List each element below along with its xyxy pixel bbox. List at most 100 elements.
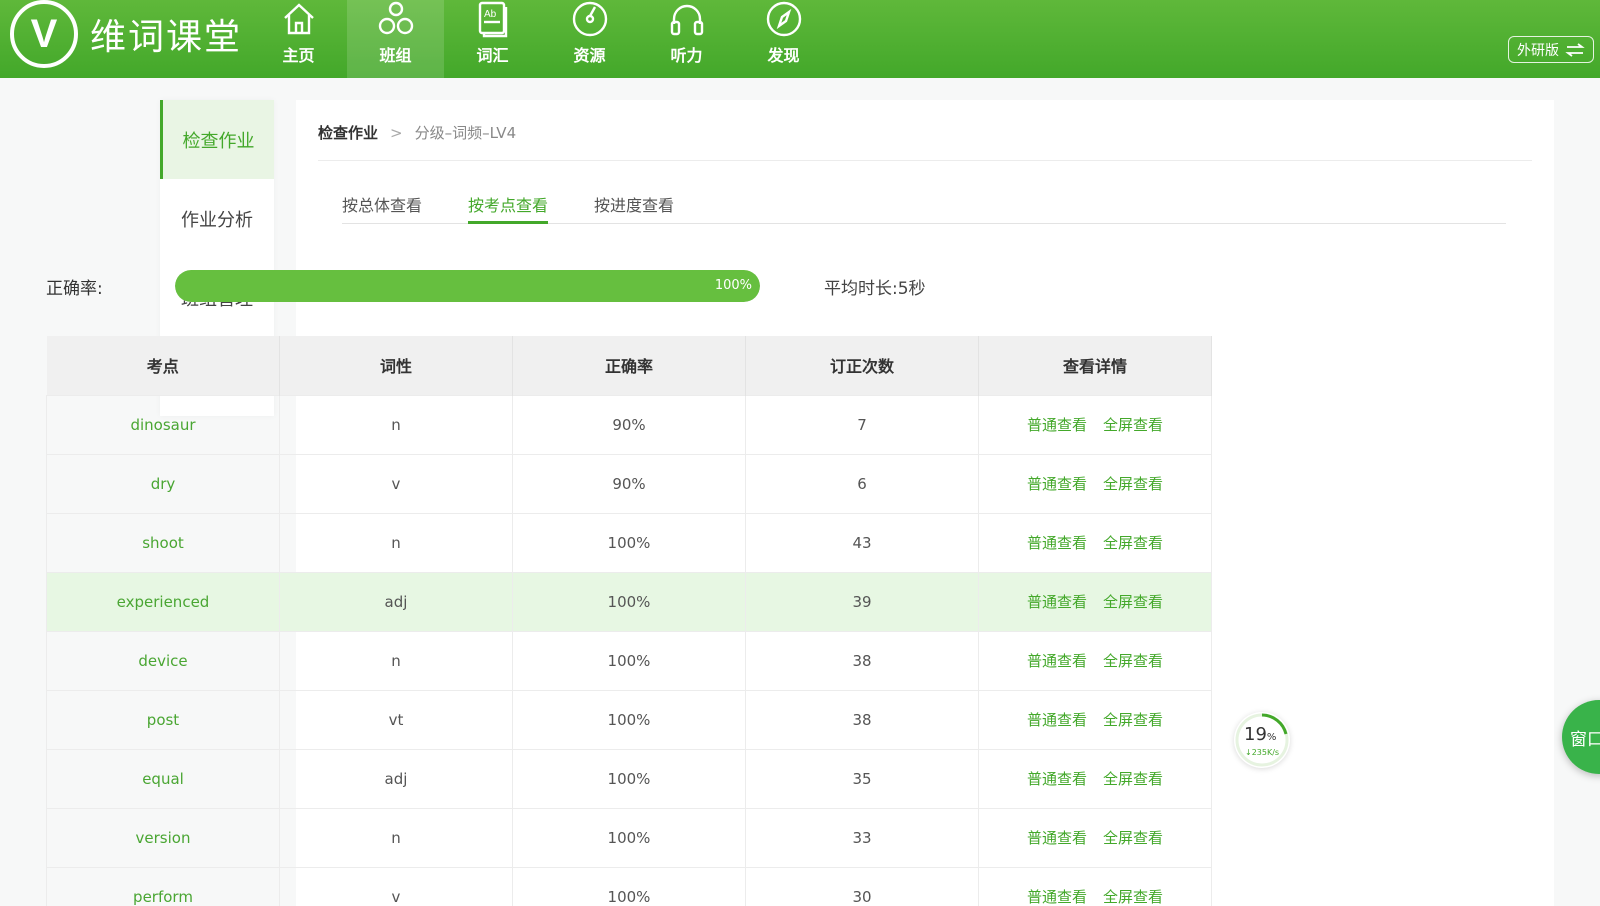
logo-mark: V — [10, 0, 78, 68]
cell-accuracy: 100% — [512, 689, 746, 750]
window-button-label: 窗口 — [1570, 729, 1600, 750]
cell-accuracy: 100% — [512, 512, 746, 573]
table-header-row: 考点 词性 正确率 订正次数 查看详情 — [46, 336, 1212, 395]
cell-actions: 普通查看 全屏查看 — [978, 807, 1212, 868]
fullscreen-view-link[interactable]: 全屏查看 — [1103, 711, 1163, 729]
cell-accuracy: 100% — [512, 748, 746, 809]
fullscreen-view-link[interactable]: 全屏查看 — [1103, 475, 1163, 493]
nav-label: 听力 — [670, 46, 703, 65]
fullscreen-view-link[interactable]: 全屏查看 — [1103, 416, 1163, 434]
compass-icon — [766, 1, 801, 37]
cell-corrections: 33 — [745, 807, 979, 868]
cell-actions: 普通查看 全屏查看 — [978, 866, 1212, 906]
vocabulary-book-icon: Ab — [478, 1, 507, 38]
nav-item-listening[interactable]: 听力 — [638, 0, 735, 78]
cell-actions: 普通查看 全屏查看 — [978, 571, 1212, 632]
cell-word: equal — [46, 748, 280, 809]
cell-word: version — [46, 807, 280, 868]
cell-actions: 普通查看 全屏查看 — [978, 394, 1212, 455]
cell-actions: 普通查看 全屏查看 — [978, 453, 1212, 514]
normal-view-link[interactable]: 普通查看 — [1027, 711, 1087, 729]
normal-view-link[interactable]: 普通查看 — [1027, 475, 1087, 493]
cell-pos: n — [279, 512, 513, 573]
normal-view-link[interactable]: 普通查看 — [1027, 829, 1087, 847]
speed-rate: ↓235K/s — [1245, 748, 1280, 757]
cell-word: shoot — [46, 512, 280, 573]
table-row: dinosaur n 90% 7 普通查看 全屏查看 — [46, 394, 1212, 455]
accuracy-progress-text: 100% — [714, 278, 752, 293]
cell-pos: v — [279, 866, 513, 906]
cell-word: post — [46, 689, 280, 750]
fullscreen-view-link[interactable]: 全屏查看 — [1103, 829, 1163, 847]
normal-view-link[interactable]: 普通查看 — [1027, 652, 1087, 670]
table-row: device n 100% 38 普通查看 全屏查看 — [46, 630, 1212, 691]
nav-item-group[interactable]: 班组 — [347, 0, 444, 78]
cell-actions: 普通查看 全屏查看 — [978, 630, 1212, 691]
edition-switch-button[interactable]: 外研版 — [1508, 36, 1594, 63]
column-header: 订正次数 — [745, 336, 979, 395]
speed-percent: 19% — [1244, 724, 1277, 745]
sidebar-item-homework-analysis[interactable]: 作业分析 — [160, 179, 274, 258]
table-row: equal adj 100% 35 普通查看 全屏查看 — [46, 748, 1212, 809]
normal-view-link[interactable]: 普通查看 — [1027, 416, 1087, 434]
nav-label: 班组 — [379, 46, 412, 65]
breadcrumb-root-link[interactable]: 检查作业 — [318, 122, 378, 143]
cell-pos: n — [279, 807, 513, 868]
cell-actions: 普通查看 全屏查看 — [978, 748, 1212, 809]
nav-label: 主页 — [282, 46, 315, 65]
fullscreen-view-link[interactable]: 全屏查看 — [1103, 652, 1163, 670]
sidebar-item-check-homework[interactable]: 检查作业 — [160, 100, 274, 179]
cell-pos: v — [279, 453, 513, 514]
word-text: dinosaur — [130, 415, 196, 434]
accuracy-progress-fill: 100% — [175, 270, 760, 302]
network-speed-widget[interactable]: 19% ↓235K/s — [1234, 712, 1290, 768]
home-icon — [283, 3, 314, 35]
cell-pos: adj — [279, 571, 513, 632]
cell-pos: adj — [279, 748, 513, 809]
main-nav: 主页 班组 Ab 词汇 资源 听力 发现 — [250, 0, 832, 78]
cell-accuracy: 100% — [512, 807, 746, 868]
cell-pos: vt — [279, 689, 513, 750]
breadcrumb-separator: > — [390, 123, 403, 142]
cell-corrections: 35 — [745, 748, 979, 809]
switch-arrows-icon — [1565, 42, 1585, 57]
word-text: device — [138, 651, 188, 670]
normal-view-link[interactable]: 普通查看 — [1027, 888, 1087, 906]
word-text: post — [146, 710, 180, 729]
cell-word: dry — [46, 453, 280, 514]
svg-text:Ab: Ab — [484, 9, 497, 20]
cell-corrections: 43 — [745, 512, 979, 573]
cell-word: dinosaur — [46, 394, 280, 455]
column-header: 正确率 — [512, 336, 746, 395]
view-tabs: 按总体查看 按考点查看 按进度查看 — [342, 190, 1506, 224]
fullscreen-view-link[interactable]: 全屏查看 — [1103, 888, 1163, 906]
tab-overall[interactable]: 按总体查看 — [342, 190, 422, 224]
normal-view-link[interactable]: 普通查看 — [1027, 593, 1087, 611]
nav-item-resources[interactable]: 资源 — [541, 0, 638, 78]
fullscreen-view-link[interactable]: 全屏查看 — [1103, 534, 1163, 552]
nav-label: 词汇 — [476, 46, 509, 65]
headphones-icon — [670, 4, 703, 36]
tab-by-progress[interactable]: 按进度查看 — [594, 190, 674, 224]
nav-item-home[interactable]: 主页 — [250, 0, 347, 78]
cell-actions: 普通查看 全屏查看 — [978, 512, 1212, 573]
top-navbar: V 维词课堂 主页 班组 Ab 词汇 资源 听力 发现 外研版 — [0, 0, 1600, 78]
cell-accuracy: 90% — [512, 453, 746, 514]
normal-view-link[interactable]: 普通查看 — [1027, 770, 1087, 788]
tab-by-point[interactable]: 按考点查看 — [468, 190, 549, 224]
fullscreen-view-link[interactable]: 全屏查看 — [1103, 770, 1163, 788]
cell-corrections: 6 — [745, 453, 979, 514]
cell-actions: 普通查看 全屏查看 — [978, 689, 1212, 750]
fullscreen-view-link[interactable]: 全屏查看 — [1103, 593, 1163, 611]
accuracy-label: 正确率: — [46, 279, 103, 299]
cell-word: device — [46, 630, 280, 691]
app-logo[interactable]: V 维词课堂 — [10, 0, 242, 68]
normal-view-link[interactable]: 普通查看 — [1027, 534, 1087, 552]
nav-item-discover[interactable]: 发现 — [735, 0, 832, 78]
cell-accuracy: 100% — [512, 866, 746, 906]
word-text: equal — [142, 769, 184, 788]
window-float-button[interactable]: 窗口 — [1562, 700, 1600, 774]
table-row: post vt 100% 38 普通查看 全屏查看 — [46, 689, 1212, 750]
nav-item-vocabulary[interactable]: Ab 词汇 — [444, 0, 541, 78]
cell-corrections: 39 — [745, 571, 979, 632]
